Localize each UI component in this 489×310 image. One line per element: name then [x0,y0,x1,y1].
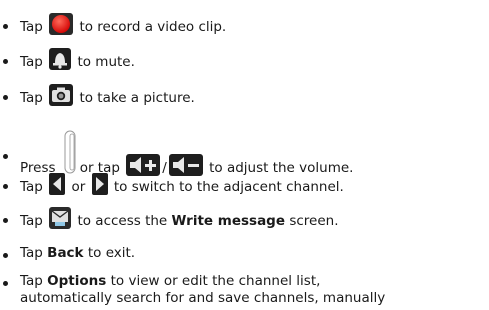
next-channel-icon [91,173,108,195]
bullet [3,24,8,29]
bullet [3,95,8,100]
bullet [3,281,8,286]
bullet [3,184,8,189]
bullet [3,59,8,64]
previous-channel-icon [49,173,66,195]
bullet [3,218,8,223]
bullet [3,154,8,159]
record-button-icon [49,13,74,35]
volume-down-icon [168,154,203,176]
volume-side-key-icon [61,130,83,174]
bullet [3,253,8,258]
camera-icon [49,84,74,106]
write-message-icon [49,207,72,229]
volume-up-icon [126,154,161,176]
mute-bell-icon [49,48,72,70]
